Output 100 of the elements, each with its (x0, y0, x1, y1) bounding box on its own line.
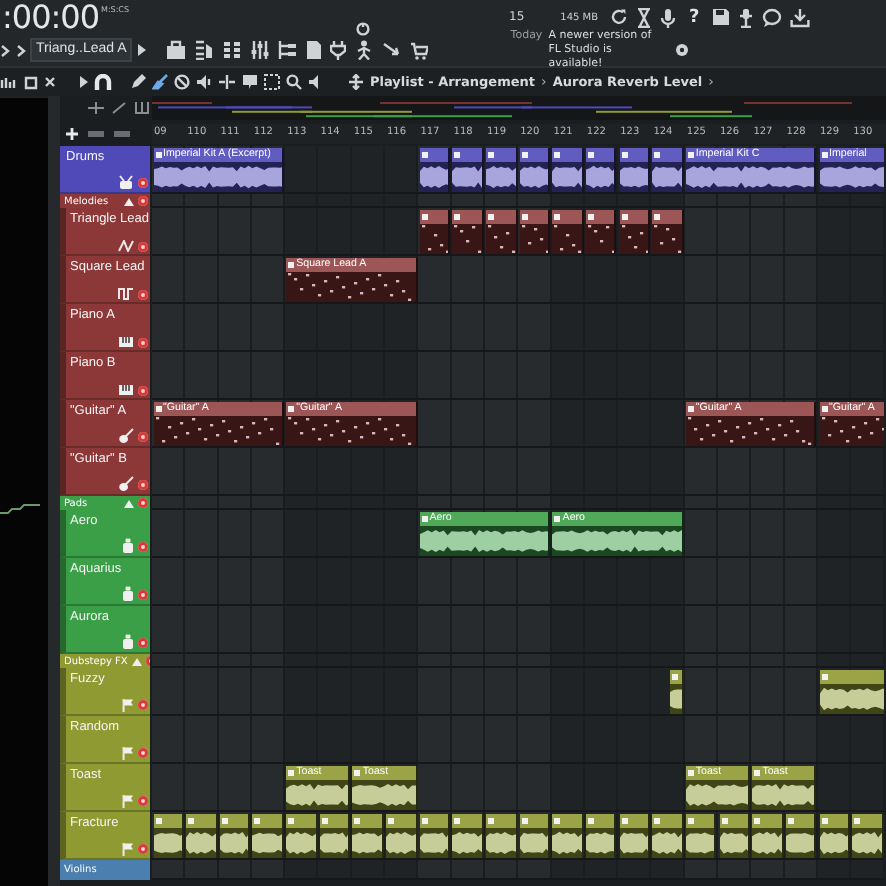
refresh-icon[interactable] (610, 8, 629, 26)
audio-clip[interactable] (652, 814, 684, 858)
mixer-icon[interactable] (250, 40, 271, 60)
audio-clip[interactable] (419, 148, 451, 192)
bottle-icon (122, 634, 134, 650)
audio-clip[interactable] (619, 148, 651, 192)
tree-icon[interactable] (278, 40, 299, 60)
brush-icon[interactable] (152, 74, 168, 90)
chat-icon[interactable] (762, 7, 783, 27)
cart-icon[interactable] (410, 41, 429, 59)
briefcase-icon[interactable] (166, 40, 187, 60)
triangle-icon[interactable] (138, 44, 147, 56)
mute-button[interactable] (138, 337, 148, 347)
help-button[interactable]: ? (684, 7, 705, 27)
audio-clip[interactable] (685, 814, 717, 858)
audio-clip[interactable] (819, 814, 851, 858)
slide-icon[interactable] (114, 129, 130, 137)
plug-icon[interactable] (330, 40, 347, 60)
audio-clip[interactable] (519, 148, 551, 192)
audio-clip[interactable] (486, 148, 518, 192)
audio-clip[interactable] (519, 814, 551, 858)
audio-clip[interactable] (419, 814, 451, 858)
triangle-icon[interactable] (80, 76, 88, 88)
pattern-clip[interactable] (619, 210, 651, 254)
pattern-clip[interactable] (652, 210, 684, 254)
mute-button[interactable] (138, 796, 148, 806)
magnet-icon[interactable] (94, 73, 112, 91)
pattern-clip[interactable] (452, 210, 484, 254)
figure-icon[interactable] (354, 40, 375, 60)
pattern-clip[interactable] (552, 210, 584, 254)
slice-icon[interactable] (218, 74, 236, 90)
select-icon[interactable] (242, 74, 258, 90)
audio-clip[interactable] (252, 814, 284, 858)
pattern-clip[interactable] (486, 210, 518, 254)
audio-clip[interactable] (452, 148, 484, 192)
mute-button[interactable] (138, 541, 148, 551)
mute-button[interactable] (138, 700, 148, 710)
save-icon[interactable] (712, 8, 731, 26)
audio-clip[interactable] (652, 148, 684, 192)
audio-clip[interactable] (552, 148, 584, 192)
mute-button[interactable] (138, 385, 148, 395)
selection-icon[interactable] (264, 74, 280, 90)
audio-clip[interactable] (352, 814, 384, 858)
mute-button[interactable] (138, 748, 148, 758)
download-icon[interactable] (790, 7, 811, 27)
mic-stand-icon[interactable] (738, 7, 755, 27)
audio-clip[interactable] (153, 814, 185, 858)
audio-clip[interactable] (585, 148, 617, 192)
piano-icon (118, 384, 134, 396)
audio-clip[interactable] (852, 814, 884, 858)
pencil-icon[interactable] (130, 74, 146, 90)
notes-drawing (286, 272, 416, 302)
mute-button[interactable] (138, 289, 148, 299)
snap-icon[interactable] (88, 129, 104, 137)
split-icon[interactable] (88, 102, 104, 114)
mute-button[interactable] (138, 589, 148, 599)
line-icon[interactable] (112, 102, 126, 114)
hourglass-icon[interactable] (636, 7, 653, 27)
zoom-icon[interactable] (286, 74, 302, 90)
knob-icon[interactable] (356, 22, 370, 36)
audio-clip[interactable] (619, 814, 651, 858)
columns-icon[interactable] (24, 75, 38, 89)
gear-icon[interactable] (674, 42, 691, 58)
notes-drawing (452, 224, 482, 254)
audio-clip[interactable] (386, 814, 418, 858)
drum-icon (118, 174, 134, 190)
list-icon[interactable] (194, 40, 215, 60)
notes-drawing (652, 224, 682, 254)
mute-button[interactable] (138, 241, 148, 251)
ban-icon[interactable] (174, 74, 190, 90)
audio-clip[interactable] (785, 814, 817, 858)
close-icon[interactable] (44, 76, 56, 88)
speaker-icon[interactable] (196, 74, 212, 90)
audio-clip[interactable] (452, 814, 484, 858)
audio-clip[interactable] (752, 814, 784, 858)
grid-icon[interactable] (222, 40, 243, 60)
pattern-clip[interactable] (585, 210, 617, 254)
audio-clip[interactable] (319, 814, 351, 858)
bottle-icon (122, 586, 134, 602)
audio-clip[interactable] (186, 814, 218, 858)
audio-clip[interactable] (552, 814, 584, 858)
comb-icon[interactable] (134, 102, 150, 114)
speaker-icon[interactable] (308, 74, 324, 90)
audio-clip[interactable] (486, 814, 518, 858)
audio-clip[interactable] (585, 814, 617, 858)
mute-button[interactable] (138, 431, 148, 441)
audio-clip[interactable] (719, 814, 751, 858)
microphone-icon[interactable] (660, 7, 677, 27)
arrow-icon[interactable] (382, 40, 403, 60)
pattern-clip[interactable] (419, 210, 451, 254)
audio-clip[interactable] (669, 670, 684, 714)
audio-clip[interactable] (219, 814, 251, 858)
add-icon[interactable] (66, 127, 78, 139)
bottle-icon (122, 538, 134, 554)
mute-button[interactable] (138, 844, 148, 854)
page-icon[interactable] (306, 40, 323, 60)
arrows-icon[interactable] (348, 74, 364, 90)
bars-icon[interactable] (0, 75, 18, 89)
audio-clip[interactable] (286, 814, 318, 858)
pattern-clip[interactable] (519, 210, 551, 254)
